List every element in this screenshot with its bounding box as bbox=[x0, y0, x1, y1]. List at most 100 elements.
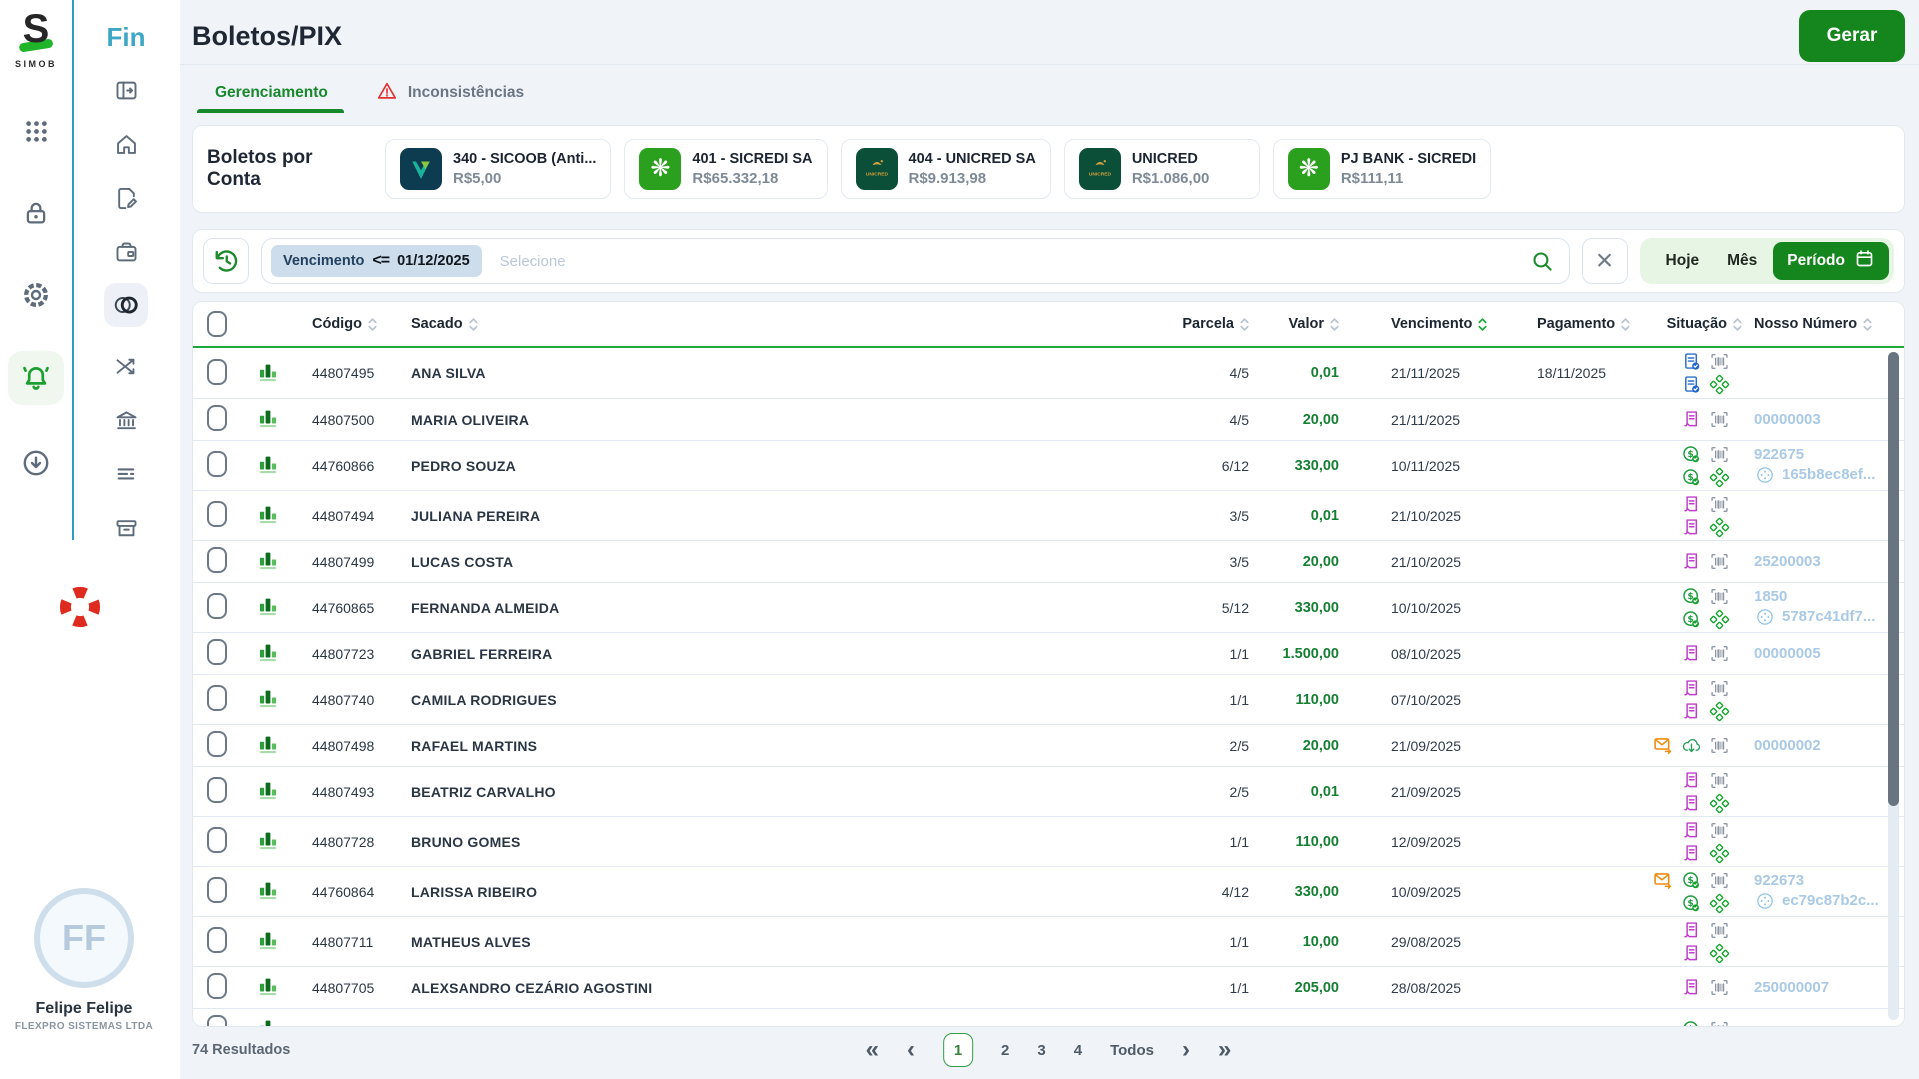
row-checkbox[interactable] bbox=[207, 827, 227, 853]
table-scrollbar[interactable] bbox=[1888, 352, 1899, 1020]
barcode-icon[interactable] bbox=[1708, 409, 1730, 430]
account-card[interactable]: ❋PJ BANK - SICREDIR$111,11 bbox=[1273, 139, 1491, 199]
column-header-nosso-n-mero[interactable]: Nosso Número bbox=[1754, 316, 1904, 332]
boleto-chart-icon[interactable] bbox=[257, 407, 279, 432]
scrollbar-thumb[interactable] bbox=[1888, 352, 1899, 806]
receipt-icon[interactable] bbox=[1680, 678, 1702, 699]
column-header-pagamento[interactable]: Pagamento bbox=[1529, 316, 1659, 332]
generate-button[interactable]: Gerar bbox=[1799, 10, 1905, 62]
user-profile[interactable]: FF Felipe Felipe FLEXPRO SISTEMAS LTDA bbox=[0, 888, 168, 1032]
table-row[interactable]: 44807740CAMILA RODRIGUES1/1110,0007/10/2… bbox=[193, 674, 1904, 724]
receipt-icon[interactable] bbox=[1680, 977, 1702, 998]
filter-input[interactable]: Vencimento <= 01/12/2025 Selecione bbox=[261, 238, 1570, 284]
range-period-button[interactable]: Período bbox=[1773, 242, 1889, 280]
pix-icon[interactable] bbox=[1708, 374, 1730, 395]
document-edit-icon[interactable] bbox=[113, 183, 140, 213]
receipt-icon[interactable] bbox=[1680, 943, 1702, 964]
panel-expand-icon[interactable] bbox=[113, 75, 140, 105]
table-row[interactable]: 44807711MATHEUS ALVES1/110,0029/08/2025 bbox=[193, 916, 1904, 966]
table-row[interactable]: 44807728BRUNO GOMES1/1110,0012/09/2025 bbox=[193, 816, 1904, 866]
row-checkbox[interactable] bbox=[207, 501, 227, 527]
first-page-button[interactable]: « bbox=[866, 1038, 879, 1062]
tab-inconsistencias[interactable]: Inconsistências bbox=[376, 80, 524, 107]
archive-box-icon[interactable] bbox=[113, 513, 140, 543]
boleto-chart-icon[interactable] bbox=[257, 829, 279, 854]
boleto-chart-icon[interactable] bbox=[257, 361, 279, 386]
receipt-icon[interactable] bbox=[1680, 494, 1702, 515]
report-lines-icon[interactable] bbox=[113, 459, 140, 489]
row-checkbox[interactable] bbox=[207, 639, 227, 665]
column-header-situa-o[interactable]: Situação bbox=[1659, 316, 1754, 332]
bank-icon[interactable] bbox=[113, 405, 140, 435]
pix-icon[interactable] bbox=[1708, 793, 1730, 814]
pix-icon[interactable] bbox=[1708, 609, 1730, 630]
boleto-chart-icon[interactable] bbox=[257, 879, 279, 904]
pix-icon[interactable] bbox=[1708, 943, 1730, 964]
barcode-icon[interactable] bbox=[1708, 351, 1730, 372]
table-row[interactable]: 44807493BEATRIZ CARVALHO2/50,0121/09/202… bbox=[193, 766, 1904, 816]
receipt-icon[interactable] bbox=[1680, 770, 1702, 791]
column-header-parcela[interactable]: Parcela bbox=[1149, 316, 1249, 332]
boleto-chart-icon[interactable] bbox=[257, 595, 279, 620]
barcode-icon[interactable] bbox=[1708, 770, 1730, 791]
table-row[interactable]: 44807494JULIANA PEREIRA3/50,0121/10/2025 bbox=[193, 490, 1904, 540]
tab-gerenciamento[interactable]: Gerenciamento bbox=[215, 84, 328, 102]
row-checkbox[interactable] bbox=[207, 877, 227, 903]
column-header-vencimento[interactable]: Vencimento bbox=[1339, 316, 1529, 332]
table-row[interactable]: $ bbox=[193, 1008, 1904, 1027]
paid-check-icon[interactable]: $ bbox=[1680, 1019, 1702, 1027]
paid-check-icon[interactable]: $ bbox=[1680, 870, 1702, 891]
next-page-button[interactable]: › bbox=[1182, 1038, 1190, 1062]
barcode-icon[interactable] bbox=[1708, 870, 1730, 891]
table-row[interactable]: 44807705ALEXSANDRO CEZÁRIO AGOSTINI1/120… bbox=[193, 966, 1904, 1008]
page-4-button[interactable]: 4 bbox=[1074, 1042, 1082, 1059]
row-checkbox[interactable] bbox=[207, 927, 227, 953]
boleto-chart-icon[interactable] bbox=[257, 549, 279, 574]
row-checkbox[interactable] bbox=[207, 731, 227, 757]
row-checkbox[interactable] bbox=[207, 1015, 227, 1027]
transfer-shuffle-icon[interactable] bbox=[113, 351, 140, 381]
range-month-button[interactable]: Mês bbox=[1715, 252, 1769, 270]
row-checkbox[interactable] bbox=[207, 359, 227, 385]
pix-icon[interactable] bbox=[1708, 843, 1730, 864]
apps-grid-icon[interactable] bbox=[23, 115, 50, 147]
table-row[interactable]: 44760865FERNANDA ALMEIDA5/12330,0010/10/… bbox=[193, 582, 1904, 632]
account-card[interactable]: ❋401 - SICREDI SAR$65.332,18 bbox=[624, 139, 827, 199]
receipt-icon[interactable] bbox=[1680, 551, 1702, 572]
account-card[interactable]: UNICREDUNICREDR$1.086,00 bbox=[1064, 139, 1260, 199]
pix-icon[interactable] bbox=[1708, 517, 1730, 538]
table-row[interactable]: 44760866PEDRO SOUZA6/12330,0010/11/2025$… bbox=[193, 440, 1904, 490]
receipt-icon[interactable] bbox=[1680, 793, 1702, 814]
boleto-chart-icon[interactable] bbox=[257, 929, 279, 954]
row-checkbox[interactable] bbox=[207, 973, 227, 999]
boleto-chart-icon[interactable] bbox=[257, 503, 279, 528]
table-row[interactable]: 44807500MARIA OLIVEIRA4/520,0021/11/2025… bbox=[193, 398, 1904, 440]
paid-check-icon[interactable]: $ bbox=[1680, 893, 1702, 914]
boleto-chart-icon[interactable] bbox=[257, 641, 279, 666]
page-2-button[interactable]: 2 bbox=[1001, 1042, 1009, 1059]
clear-filter-icon[interactable]: × bbox=[1582, 238, 1628, 284]
row-checkbox[interactable] bbox=[207, 777, 227, 803]
receipt-icon[interactable] bbox=[1680, 701, 1702, 722]
document-check-icon[interactable] bbox=[1680, 351, 1702, 372]
search-icon[interactable] bbox=[1530, 249, 1555, 274]
range-today-button[interactable]: Hoje bbox=[1654, 252, 1712, 270]
barcode-icon[interactable] bbox=[1708, 678, 1730, 699]
paid-check-icon[interactable]: $ bbox=[1680, 467, 1702, 488]
boleto-chart-icon[interactable] bbox=[257, 1017, 279, 1027]
barcode-icon[interactable] bbox=[1708, 494, 1730, 515]
barcode-icon[interactable] bbox=[1708, 444, 1730, 465]
column-header-valor[interactable]: Valor bbox=[1249, 316, 1339, 332]
receipt-icon[interactable] bbox=[1680, 820, 1702, 841]
cloud-download-icon[interactable] bbox=[1680, 735, 1702, 756]
account-card[interactable]: 340 - SICOOB (Anti...R$5,00 bbox=[385, 139, 611, 199]
receipt-icon[interactable] bbox=[1680, 409, 1702, 430]
page-1-button[interactable]: 1 bbox=[943, 1033, 973, 1067]
barcode-icon[interactable] bbox=[1708, 643, 1730, 664]
barcode-icon[interactable] bbox=[1708, 735, 1730, 756]
boleto-chart-icon[interactable] bbox=[257, 975, 279, 1000]
row-checkbox[interactable] bbox=[207, 405, 227, 431]
account-card[interactable]: UNICRED404 - UNICRED SAR$9.913,98 bbox=[841, 139, 1051, 199]
download-icon[interactable] bbox=[20, 447, 52, 479]
column-header-c-digo[interactable]: Código bbox=[299, 316, 411, 332]
